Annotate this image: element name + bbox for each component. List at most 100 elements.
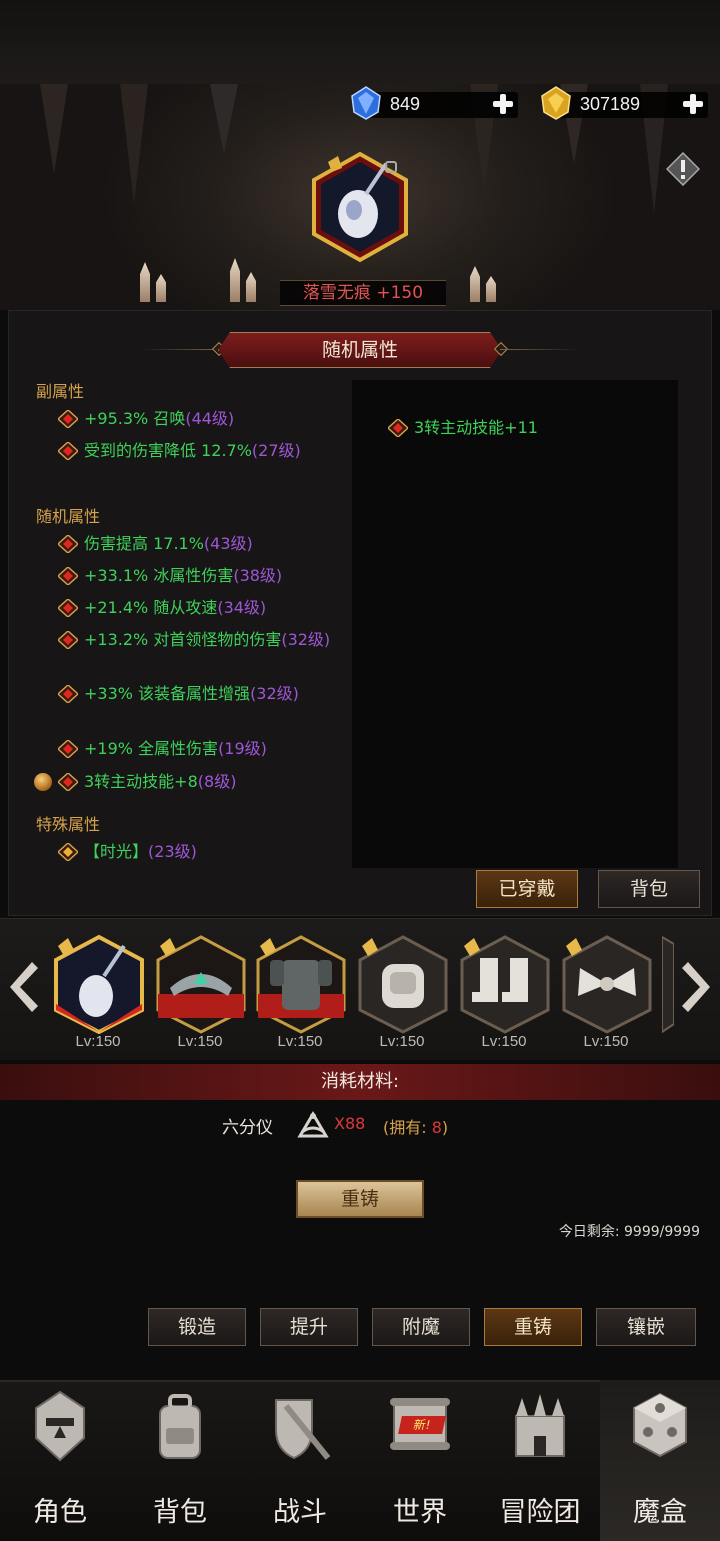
nav-label: 战斗 xyxy=(273,1497,327,1528)
attribute-row: +19% 全属性伤害(19级) xyxy=(58,737,348,761)
equip-slot-partial[interactable] xyxy=(662,934,674,1034)
attribute-row: +13.2% 对首领怪物的伤害(32级) xyxy=(58,628,348,652)
nav-label: 角色 xyxy=(33,1497,87,1528)
nav-label: 冒险团 xyxy=(499,1497,581,1528)
equip-level-label: Lv:150 xyxy=(277,1033,323,1050)
red-diamond-icon xyxy=(58,685,78,703)
title-divider-left xyxy=(140,349,220,350)
add-gems-button[interactable] xyxy=(492,93,514,115)
equip-slot-weapon[interactable] xyxy=(52,934,146,1034)
equipped-item-name: 落雪无痕 +150 xyxy=(280,280,446,306)
tab-recast[interactable]: 重铸 xyxy=(484,1308,582,1346)
gem-amount: 849 xyxy=(390,94,421,114)
equip-slot-gloves[interactable] xyxy=(356,934,450,1034)
red-diamond-icon xyxy=(58,740,78,758)
equipped-button[interactable]: 已穿戴 xyxy=(476,870,578,908)
equip-level-label: Lv:150 xyxy=(75,1033,121,1050)
material-name: 六分仪 xyxy=(222,1118,273,1138)
equip-slot-chest[interactable] xyxy=(254,934,348,1034)
attr-value: 伤害提高 17.1% xyxy=(84,534,204,553)
helmet-icon xyxy=(35,1390,85,1462)
gem-currency: 849 xyxy=(351,86,518,120)
add-gold-button[interactable] xyxy=(682,93,704,115)
nav-label: 魔盒 xyxy=(633,1497,687,1528)
backpack-icon xyxy=(159,1394,201,1459)
attr-level: (23级) xyxy=(148,842,197,861)
nav-adventure-team[interactable]: 冒险团 xyxy=(480,1380,600,1541)
nav-magic-box[interactable]: 魔盒 xyxy=(600,1380,720,1541)
attr-level: (27级) xyxy=(251,441,301,460)
attr-value: +95.3% 召唤 xyxy=(84,409,186,428)
scroll-left-arrow[interactable] xyxy=(6,960,40,1014)
attr-level: (32级) xyxy=(250,684,299,703)
nav-label: 背包 xyxy=(153,1497,207,1528)
tab-upgrade[interactable]: 提升 xyxy=(260,1308,358,1346)
equip-slot-accessory[interactable] xyxy=(560,934,654,1034)
new-badge: 新! xyxy=(398,1416,446,1434)
red-diamond-icon xyxy=(388,419,408,437)
gold-coin-icon xyxy=(541,86,571,120)
panel-title: 随机属性 xyxy=(218,332,502,368)
tab-enchant[interactable]: 附魔 xyxy=(372,1308,470,1346)
red-diamond-icon xyxy=(58,535,78,553)
recast-button[interactable]: 重铸 xyxy=(296,1180,424,1218)
scroll-right-arrow[interactable] xyxy=(680,960,714,1014)
gold-diamond-icon xyxy=(58,843,78,861)
tab-inlay[interactable]: 镶嵌 xyxy=(596,1308,696,1346)
consume-materials-bar: 消耗材料: xyxy=(0,1064,720,1100)
attr-value: 3转主动技能+8 xyxy=(84,772,198,791)
red-diamond-icon xyxy=(58,442,78,460)
attribute-row: 受到的伤害降低 12.7%(27级) xyxy=(58,439,348,463)
locked-orb-icon[interactable] xyxy=(34,773,52,791)
compare-panel xyxy=(352,380,678,868)
attr-value: +33.1% 冰属性伤害 xyxy=(84,566,234,585)
equip-slot-boots[interactable] xyxy=(458,934,552,1034)
red-diamond-icon xyxy=(58,631,78,649)
compare-attribute-row: 3转主动技能+11 xyxy=(388,416,678,440)
attribute-row: +33.1% 冰属性伤害(38级) xyxy=(58,564,348,588)
tab-forge[interactable]: 锻造 xyxy=(148,1308,246,1346)
red-diamond-icon xyxy=(58,410,78,428)
equip-level-label: Lv:150 xyxy=(481,1033,527,1050)
material-owned: (拥有: 8) xyxy=(383,1118,449,1137)
castle-icon xyxy=(515,1394,565,1457)
nav-character[interactable]: 角色 xyxy=(0,1380,120,1541)
attr-value: 受到的伤害降低 12.7% xyxy=(84,441,252,460)
attribute-row: +95.3% 召唤(44级) xyxy=(58,407,348,431)
attr-value: +19% 全属性伤害 xyxy=(84,739,219,758)
attr-value: +21.4% 随从攻速 xyxy=(84,598,218,617)
attr-level: (34级) xyxy=(217,598,267,617)
nav-battle[interactable]: 战斗 xyxy=(240,1380,360,1541)
attr-level: (8级) xyxy=(197,772,237,791)
nav-backpack[interactable]: 背包 xyxy=(120,1380,240,1541)
red-diamond-icon xyxy=(58,773,78,791)
attr-value: 【时光】 xyxy=(84,842,149,861)
equip-level-label: Lv:150 xyxy=(379,1033,425,1050)
attr-level: (43级) xyxy=(203,534,253,553)
attribute-row: 3转主动技能+8(8级) xyxy=(58,770,348,794)
attribute-row: +21.4% 随从攻速(34级) xyxy=(58,596,348,620)
attribute-row: +33% 该装备属性增强(32级) xyxy=(58,682,348,706)
material-required: X88 xyxy=(334,1114,366,1133)
blue-gem-icon xyxy=(351,86,381,120)
equip-level-label: Lv:150 xyxy=(583,1033,629,1050)
red-diamond-icon xyxy=(58,567,78,585)
attr-value: +13.2% 对首领怪物的伤害 xyxy=(84,630,282,649)
attr-level: (38级) xyxy=(233,566,283,585)
equip-slot-helmet[interactable] xyxy=(154,934,248,1034)
gold-amount: 307189 xyxy=(580,94,641,114)
alert-icon[interactable] xyxy=(666,152,700,186)
attr-level: (19级) xyxy=(218,739,267,758)
equipped-item-icon[interactable] xyxy=(306,150,414,264)
special-attributes-heading: 特殊属性 xyxy=(36,815,101,834)
status-strip xyxy=(0,0,720,84)
attr-value: +33% 该装备属性增强 xyxy=(84,684,251,703)
attribute-row: 伤害提高 17.1%(43级) xyxy=(58,532,348,556)
sub-attributes-heading: 副属性 xyxy=(36,382,85,401)
backpack-button[interactable]: 背包 xyxy=(598,870,700,908)
attr-level: (44级) xyxy=(185,409,235,428)
nav-label: 世界 xyxy=(393,1497,447,1528)
title-divider-right xyxy=(500,349,580,350)
equip-level-label: Lv:150 xyxy=(177,1033,223,1050)
nav-world[interactable]: 新! 世界 xyxy=(360,1380,480,1541)
